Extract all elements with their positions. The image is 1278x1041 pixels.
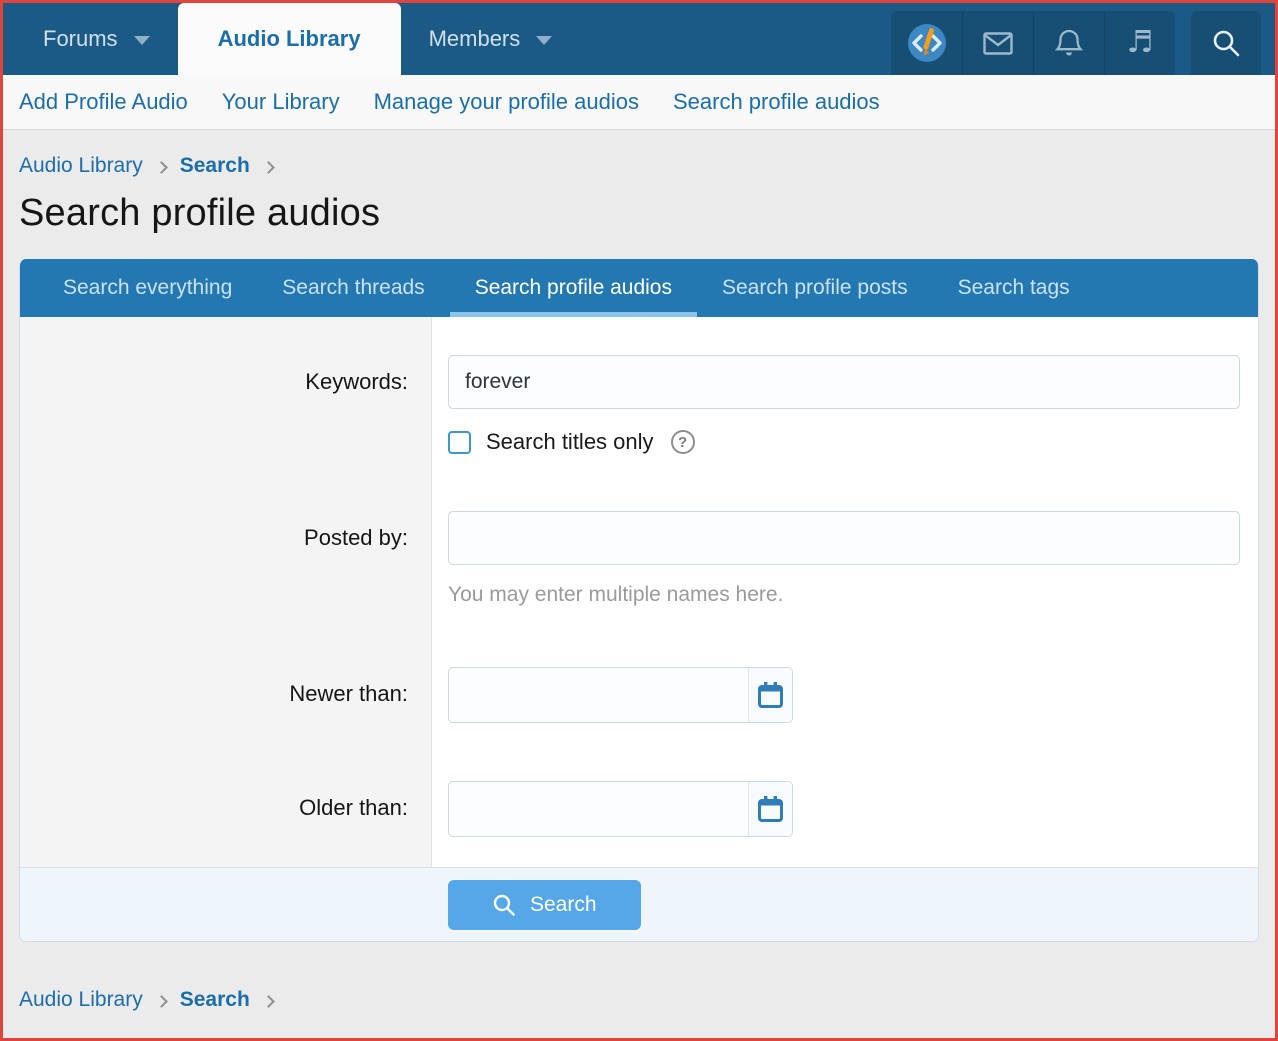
posted-by-row: Posted by: You may enter multiple names … xyxy=(20,511,1258,607)
chevron-right-icon xyxy=(262,161,275,174)
search-titles-only-label: Search titles only xyxy=(486,429,654,455)
chevron-right-icon xyxy=(262,995,275,1008)
subnav-link-search-profile-audios[interactable]: Search profile audios xyxy=(673,89,880,115)
tab-search-everything[interactable]: Search everything xyxy=(38,259,257,317)
code-paintbrush-avatar-icon xyxy=(907,23,947,63)
breadcrumb-audio-library[interactable]: Audio Library xyxy=(19,154,143,178)
breadcrumb: Audio Library Search xyxy=(3,130,1275,178)
form-footer: Search xyxy=(20,867,1258,941)
chevron-right-icon xyxy=(155,995,168,1008)
search-form-block: Search everything Search threads Search … xyxy=(19,259,1259,942)
older-than-date-group xyxy=(448,781,793,837)
older-than-label: Older than: xyxy=(20,781,432,837)
search-submit-label: Search xyxy=(530,893,597,917)
chevron-down-icon xyxy=(536,36,552,45)
posted-by-input[interactable] xyxy=(448,511,1240,565)
nav-item-forums[interactable]: Forums xyxy=(17,3,176,75)
tab-search-profile-audios[interactable]: Search profile audios xyxy=(450,259,697,317)
keywords-label: Keywords: xyxy=(20,355,432,455)
avatar[interactable] xyxy=(891,11,962,75)
search-icon xyxy=(1211,28,1241,58)
music-note-icon: ♬ xyxy=(1127,28,1154,58)
breadcrumb-search[interactable]: Search xyxy=(180,988,250,1012)
nav-forums-label: Forums xyxy=(43,26,118,52)
navbar-icon-group: ♬ xyxy=(891,11,1175,75)
search-tabs: Search everything Search threads Search … xyxy=(20,259,1258,317)
keywords-input[interactable] xyxy=(448,355,1240,409)
keywords-row: Keywords: Search titles only ? xyxy=(20,355,1258,455)
subnav-link-your-library[interactable]: Your Library xyxy=(222,89,340,115)
search-form: Keywords: Search titles only ? Posted by… xyxy=(20,317,1258,867)
breadcrumb-search[interactable]: Search xyxy=(180,154,250,178)
posted-by-label: Posted by: xyxy=(20,511,432,607)
top-navbar: Forums Audio Library Members xyxy=(3,3,1275,75)
nav-item-members[interactable]: Members xyxy=(403,3,579,75)
alerts-button[interactable] xyxy=(1033,11,1104,75)
tab-search-threads[interactable]: Search threads xyxy=(257,259,449,317)
search-titles-only-checkbox[interactable] xyxy=(448,431,471,454)
messages-button[interactable] xyxy=(962,11,1033,75)
chevron-down-icon xyxy=(134,36,150,45)
older-than-input[interactable] xyxy=(449,782,748,836)
help-icon[interactable]: ? xyxy=(671,430,695,454)
newer-than-date-group xyxy=(448,667,793,723)
sub-navigation: Add Profile Audio Your Library Manage yo… xyxy=(3,75,1275,130)
titles-only-row: Search titles only ? xyxy=(448,429,1240,455)
nav-audio-library-label: Audio Library xyxy=(218,26,361,52)
search-icon xyxy=(492,893,516,917)
subnav-link-add-profile-audio[interactable]: Add Profile Audio xyxy=(19,89,188,115)
chevron-right-icon xyxy=(155,161,168,174)
envelope-icon xyxy=(983,32,1013,55)
bell-icon xyxy=(1055,28,1083,58)
posted-by-hint: You may enter multiple names here. xyxy=(448,583,1240,607)
tab-search-profile-posts[interactable]: Search profile posts xyxy=(697,259,933,317)
subnav-link-manage-profile-audios[interactable]: Manage your profile audios xyxy=(374,89,639,115)
audio-library-quick-button[interactable]: ♬ xyxy=(1104,11,1175,75)
calendar-icon xyxy=(757,681,784,709)
navbar-icon-tray: ♬ xyxy=(891,3,1261,75)
search-toggle-button[interactable] xyxy=(1191,11,1261,75)
page-title: Search profile audios xyxy=(3,178,1275,235)
breadcrumb-bottom: Audio Library Search xyxy=(3,942,1275,1012)
newer-than-calendar-button[interactable] xyxy=(748,668,792,722)
newer-than-input[interactable] xyxy=(449,668,748,722)
nav-item-audio-library[interactable]: Audio Library xyxy=(178,3,401,75)
search-submit-button[interactable]: Search xyxy=(448,880,641,930)
breadcrumb-audio-library[interactable]: Audio Library xyxy=(19,988,143,1012)
older-than-calendar-button[interactable] xyxy=(748,782,792,836)
nav-members-label: Members xyxy=(429,26,521,52)
newer-than-row: Newer than: xyxy=(20,667,1258,723)
older-than-row: Older than: xyxy=(20,781,1258,837)
calendar-icon xyxy=(757,795,784,823)
newer-than-label: Newer than: xyxy=(20,667,432,723)
tab-search-tags[interactable]: Search tags xyxy=(933,259,1095,317)
